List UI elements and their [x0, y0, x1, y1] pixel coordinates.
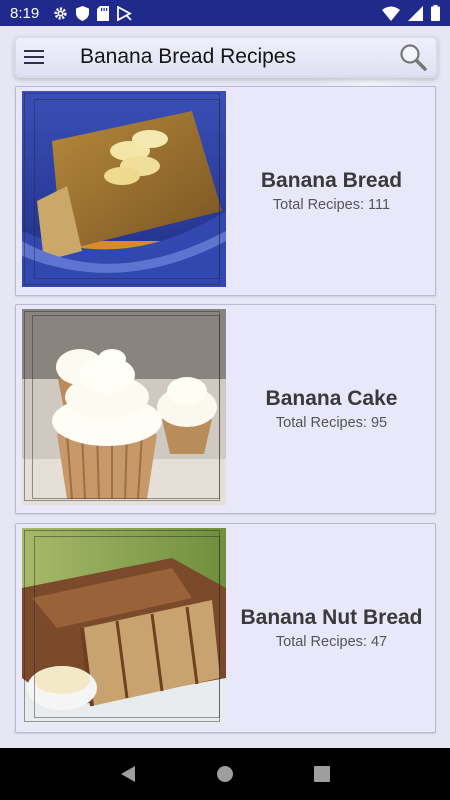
category-card-banana-cake[interactable]: Banana Cake Total Recipes: 95: [15, 304, 436, 514]
battery-icon: [431, 5, 440, 21]
gear-icon: [53, 6, 68, 21]
category-card-banana-bread[interactable]: Banana Bread Total Recipes: 111: [15, 86, 436, 296]
card-title: Banana Nut Bread: [240, 606, 423, 629]
recents-icon[interactable]: [302, 754, 342, 794]
status-time: 8:19: [10, 4, 40, 22]
play-protect-icon: [117, 5, 133, 21]
shield-icon: [76, 5, 90, 21]
card-title: Banana Cake: [265, 387, 398, 410]
card-title: Banana Bread: [260, 169, 403, 192]
signal-icon: [408, 5, 423, 21]
system-nav-bar: [0, 748, 450, 800]
wifi-icon: [382, 6, 400, 21]
banana-bread-photo: [22, 91, 226, 287]
hamburger-menu-icon[interactable]: [22, 42, 56, 72]
app-screen: 8:19 Banana Bread Recipes Banana Bread T…: [0, 0, 450, 800]
app-toolbar: Banana Bread Recipes: [14, 36, 438, 78]
category-card-banana-nut-bread[interactable]: Banana Nut Bread Total Recipes: 47: [15, 523, 436, 733]
page-title: Banana Bread Recipes: [80, 45, 296, 68]
card-text: Banana Cake Total Recipes: 95: [226, 305, 437, 513]
card-recipe-count: Total Recipes: 95: [275, 415, 388, 431]
banana-nut-bread-photo: [22, 528, 226, 724]
card-text: Banana Nut Bread Total Recipes: 47: [226, 524, 437, 732]
card-recipe-count: Total Recipes: 47: [275, 634, 388, 650]
card-text: Banana Bread Total Recipes: 111: [226, 87, 437, 295]
back-icon[interactable]: [108, 754, 148, 794]
card-recipe-count: Total Recipes: 111: [272, 197, 391, 213]
status-icons-right: [382, 5, 440, 21]
status-icons-left: [53, 5, 133, 21]
home-icon[interactable]: [205, 754, 245, 794]
sd-card-icon: [97, 5, 110, 21]
status-bar: 8:19: [0, 0, 450, 26]
banana-cupcakes-photo: [22, 309, 226, 505]
search-icon[interactable]: [398, 42, 428, 72]
